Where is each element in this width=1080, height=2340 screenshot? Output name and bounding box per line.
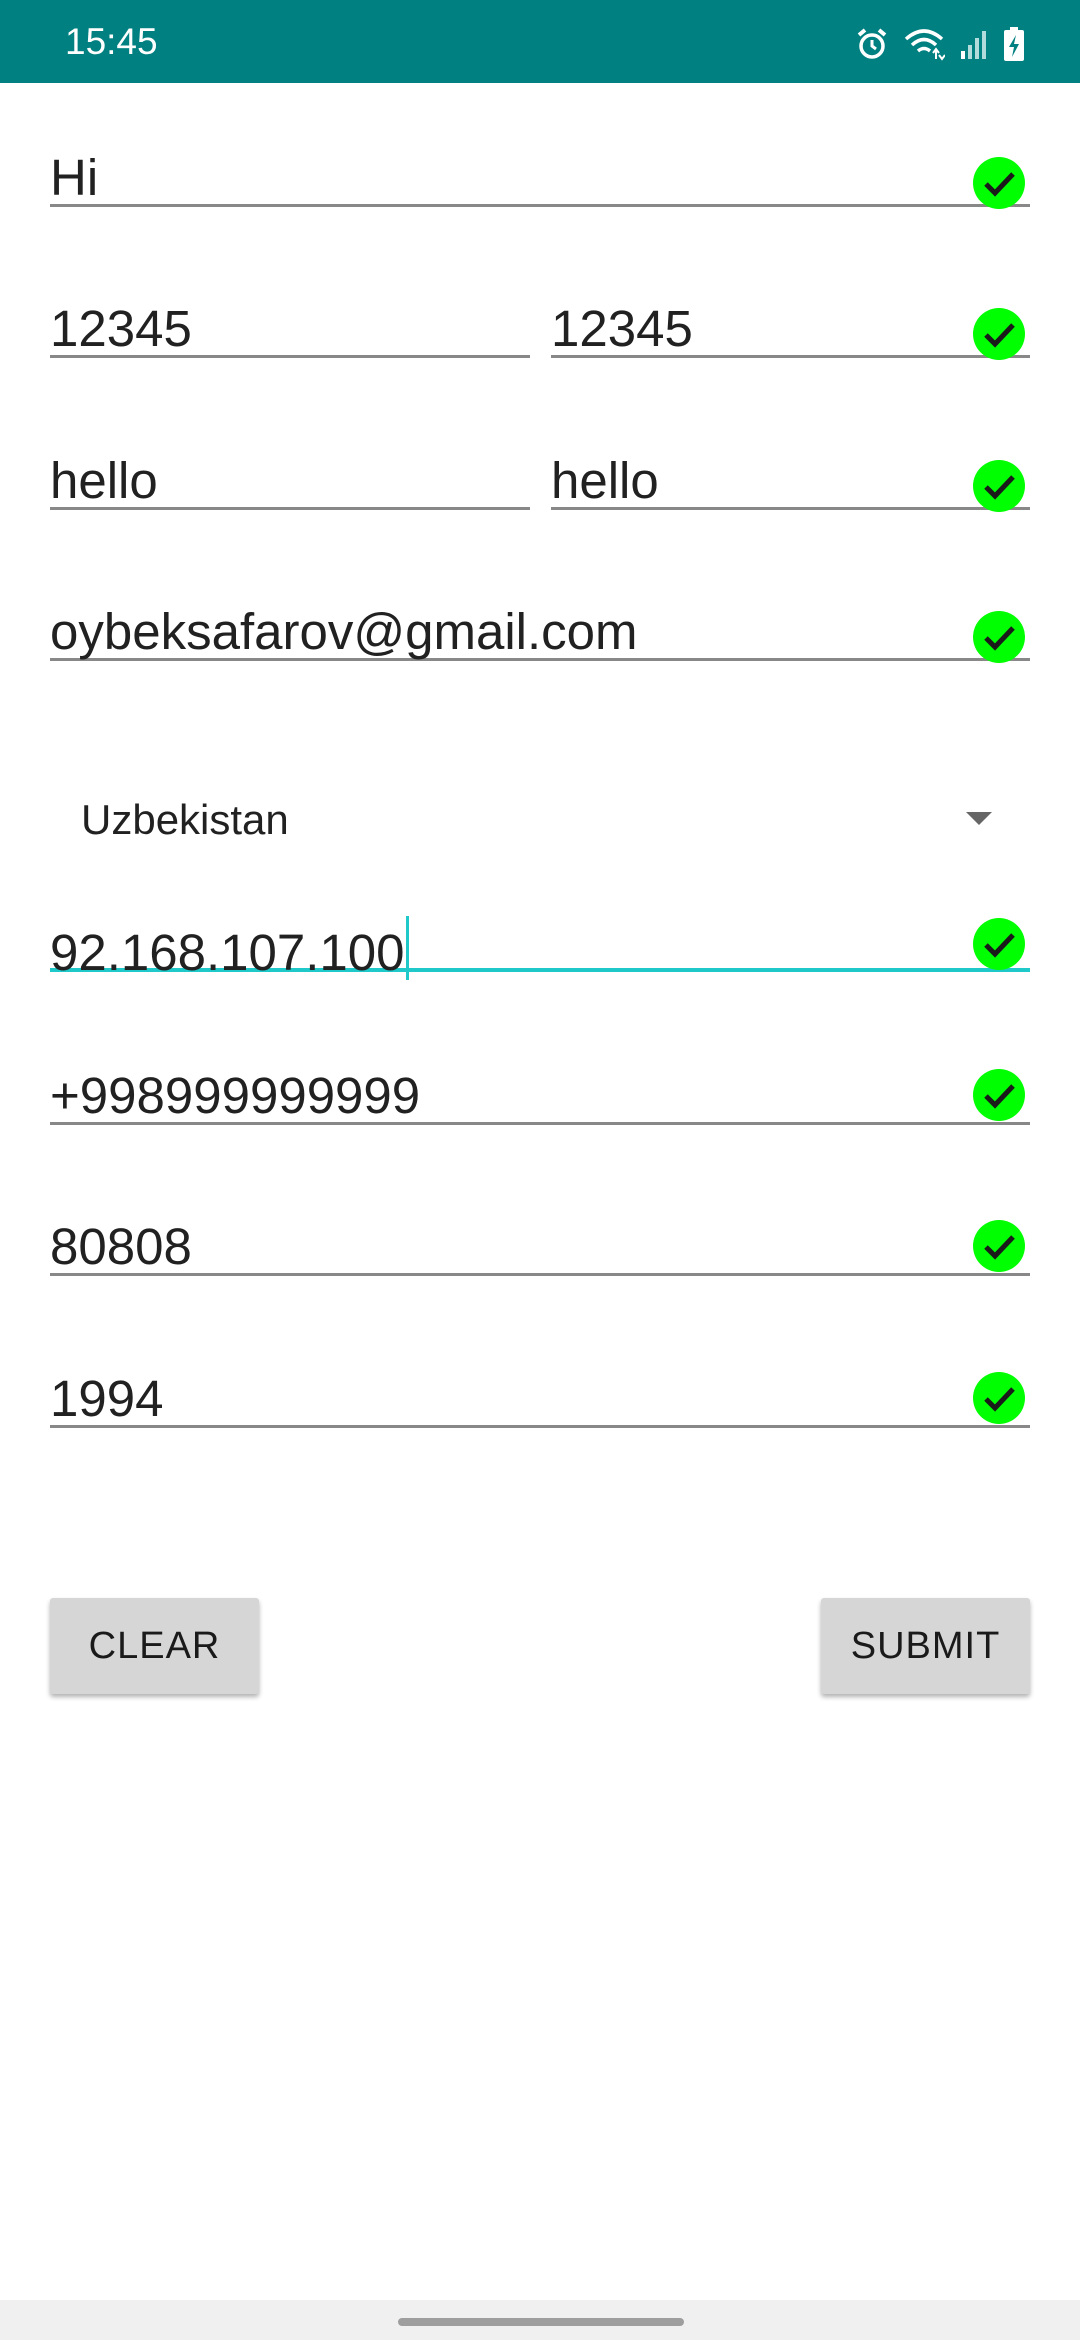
status-bar: 15:45 (0, 0, 1080, 83)
country-dropdown-value: Uzbekistan (81, 796, 289, 843)
clear-button[interactable]: CLEAR (50, 1598, 259, 1694)
confirm-word-field-value: hello (551, 452, 659, 509)
battery-charging-icon (1004, 27, 1024, 61)
confirm-password-field-value: 12345 (551, 300, 693, 357)
name-field[interactable]: Hi (50, 152, 1030, 207)
check-circle-icon (973, 1372, 1025, 1424)
ip-address-field-text: 92.168.107.100 (50, 916, 409, 980)
check-circle-icon (973, 460, 1025, 512)
word-field[interactable]: hello (50, 455, 530, 510)
text-cursor (405, 916, 409, 980)
confirm-password-field[interactable]: 12345 (551, 303, 1030, 358)
check-circle-icon (973, 611, 1025, 663)
submit-button[interactable]: SUBMIT (821, 1598, 1030, 1694)
check-circle-icon (973, 1220, 1025, 1272)
email-field[interactable]: oybeksafarov@gmail.com (50, 606, 1030, 661)
password-field[interactable]: 12345 (50, 303, 530, 358)
email-field-value: oybeksafarov@gmail.com (50, 603, 638, 660)
navigation-bar (0, 2300, 1080, 2340)
wifi-icon (904, 29, 945, 61)
password-field-value: 12345 (50, 300, 192, 357)
ip-address-field-value: 92.168.107.100 (50, 924, 405, 981)
zip-code-field-value: 80808 (50, 1218, 192, 1275)
status-icons (855, 22, 1025, 66)
alarm-icon (857, 28, 887, 59)
check-circle-icon (973, 1069, 1025, 1121)
word-field-value: hello (50, 452, 158, 509)
country-dropdown[interactable]: Uzbekistan (50, 780, 1030, 860)
phone-field[interactable]: +998999999999 (50, 1070, 1030, 1125)
year-field[interactable]: 1994 (50, 1373, 1030, 1428)
check-circle-icon (973, 308, 1025, 360)
dropdown-arrow-icon (966, 812, 992, 825)
check-circle-icon (973, 918, 1025, 970)
confirm-word-field[interactable]: hello (551, 455, 1030, 510)
check-circle-icon (973, 157, 1025, 209)
name-field-value: Hi (50, 149, 99, 206)
phone-field-value: +998999999999 (50, 1067, 421, 1124)
ip-address-field[interactable]: 92.168.107.100 (50, 916, 1030, 980)
home-gesture-handle[interactable] (398, 2318, 684, 2326)
year-field-value: 1994 (50, 1370, 164, 1427)
zip-code-field[interactable]: 80808 (50, 1221, 1030, 1276)
status-time: 15:45 (65, 21, 158, 62)
signal-icon (961, 31, 986, 59)
